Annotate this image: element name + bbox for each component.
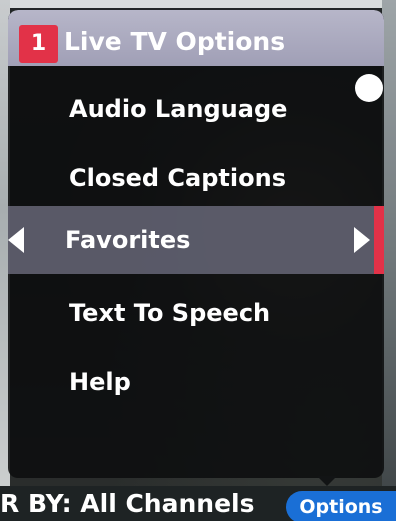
arrow-right-icon[interactable] — [354, 227, 370, 253]
arrow-left-icon[interactable] — [8, 227, 24, 253]
menu-item-audio-language[interactable]: Audio Language — [8, 81, 384, 137]
menu-number-badge: 1 — [19, 25, 58, 63]
menu-item-label: Text To Speech — [69, 299, 271, 327]
menu-item-favorites[interactable]: Favorites — [8, 206, 384, 274]
menu-item-text-to-speech[interactable]: Text To Speech — [8, 285, 384, 341]
tv-screen: 1 Live TV Options Audio Language Closed … — [0, 0, 396, 521]
channel-filter-label: R BY: All Channels — [0, 489, 255, 518]
menu-header: 1 Live TV Options — [8, 10, 384, 66]
menu-item-closed-captions[interactable]: Closed Captions — [8, 150, 384, 206]
menu-item-label: Help — [69, 368, 131, 396]
menu-item-label: Favorites — [65, 226, 191, 254]
menu-item-label: Closed Captions — [69, 164, 286, 192]
bezel-right — [382, 0, 396, 521]
live-tv-options-menu: 1 Live TV Options Audio Language Closed … — [8, 10, 384, 478]
bezel-top — [0, 0, 396, 8]
selection-accent-bar — [374, 206, 384, 274]
menu-pointer — [317, 476, 337, 486]
menu-item-help[interactable]: Help — [8, 354, 384, 410]
menu-title: Live TV Options — [64, 27, 286, 56]
options-button[interactable]: Options — [286, 491, 396, 521]
menu-item-label: Audio Language — [69, 95, 288, 123]
